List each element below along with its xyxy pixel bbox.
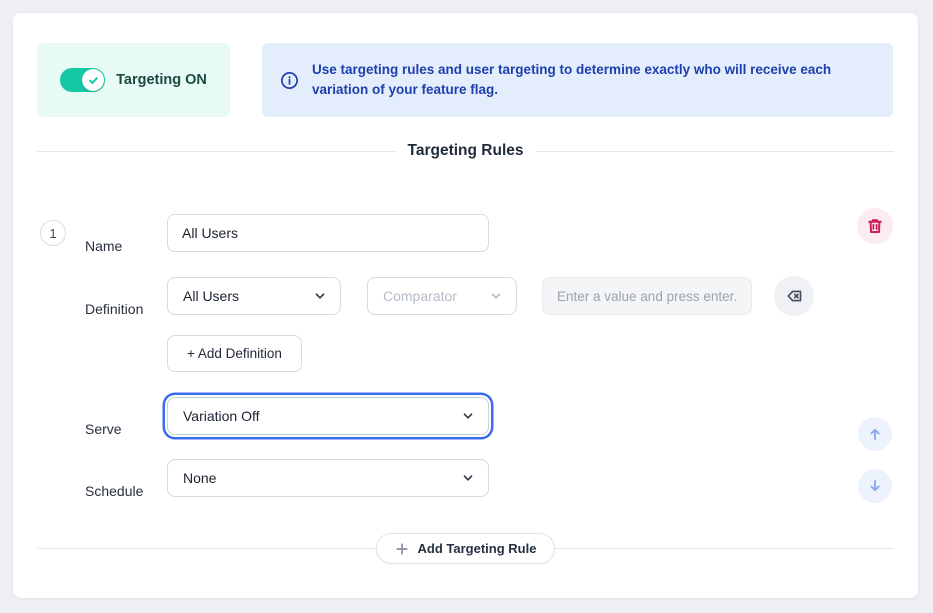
add-targeting-rule-label: Add Targeting Rule [418, 541, 537, 556]
move-rule-down-button[interactable] [858, 469, 892, 503]
targeting-toggle[interactable] [60, 68, 105, 92]
schedule-select[interactable]: None [167, 459, 489, 497]
rule-name-input[interactable] [167, 214, 489, 252]
definition-property-select[interactable]: All Users [167, 277, 341, 315]
chevron-down-icon [314, 290, 326, 302]
serve-select[interactable]: Variation Off [167, 397, 489, 435]
trash-icon [866, 217, 884, 235]
comparator-select[interactable]: Comparator [367, 277, 517, 315]
plus-icon [395, 542, 409, 556]
backspace-icon [784, 286, 804, 306]
chevron-down-icon [490, 290, 502, 302]
definition-label: Definition [85, 301, 143, 317]
info-icon [280, 71, 299, 90]
serve-value: Variation Off [183, 408, 260, 424]
delete-rule-button[interactable] [857, 208, 893, 244]
comparator-placeholder: Comparator [383, 288, 457, 304]
divider-line [37, 151, 396, 152]
definition-value-input[interactable] [542, 277, 752, 315]
chevron-down-icon [462, 472, 474, 484]
check-icon [87, 74, 100, 87]
divider-line [536, 151, 895, 152]
info-banner-text: Use targeting rules and user targeting t… [312, 60, 871, 100]
arrow-up-icon [866, 425, 884, 443]
arrow-down-icon [866, 477, 884, 495]
serve-label: Serve [85, 421, 122, 437]
schedule-label: Schedule [85, 483, 143, 499]
definition-property-value: All Users [183, 288, 239, 304]
section-title: Targeting Rules [408, 142, 524, 160]
targeting-card: Targeting ON Use targeting rules and use… [13, 13, 918, 598]
schedule-value: None [183, 470, 216, 486]
add-targeting-rule-button[interactable]: Add Targeting Rule [376, 533, 556, 564]
targeting-toggle-box: Targeting ON [37, 43, 230, 117]
move-rule-up-button[interactable] [858, 417, 892, 451]
add-definition-button[interactable]: + Add Definition [167, 335, 302, 372]
rule-number-badge: 1 [40, 220, 66, 246]
name-label: Name [85, 238, 122, 254]
section-header: Targeting Rules [37, 140, 894, 162]
clear-definition-button[interactable] [774, 276, 814, 316]
info-banner: Use targeting rules and user targeting t… [262, 43, 893, 117]
toggle-knob [82, 69, 104, 91]
targeting-toggle-label: Targeting ON [116, 72, 207, 88]
chevron-down-icon [462, 410, 474, 422]
